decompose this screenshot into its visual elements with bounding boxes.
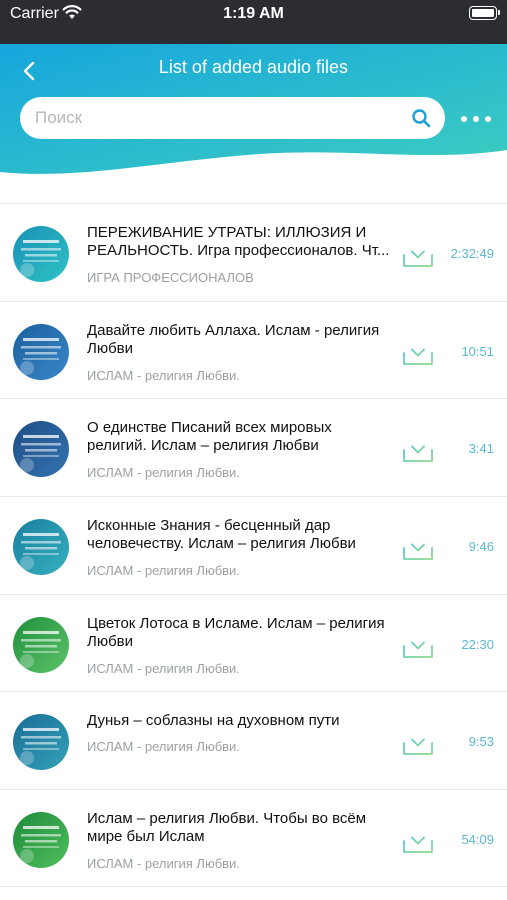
audio-title: Исконные Знания - бесценный дар человече… — [87, 517, 356, 553]
cover-image-icon — [13, 714, 69, 771]
download-icon[interactable] — [401, 338, 435, 366]
cover-thumbnail — [13, 323, 69, 380]
audio-duration: 3:41 — [468, 441, 494, 457]
dot-icon — [485, 116, 491, 122]
audio-category: ИСЛАМ - религия Любви. — [87, 856, 240, 872]
download-icon[interactable] — [401, 435, 435, 463]
audio-title: Ислам – религия Любви. Чтобы во всём мир… — [87, 810, 367, 846]
audio-duration: 2:32:49 — [450, 246, 494, 261]
audio-category: ИСЛАМ - религия Любви. — [87, 563, 240, 579]
cover-image-icon — [13, 323, 69, 380]
battery-icon — [469, 6, 500, 20]
list-item[interactable]: Дунья – соблазны на духовном пути ИСЛАМ … — [0, 691, 507, 789]
audio-duration: 22:30 — [461, 636, 494, 652]
cover-image-icon — [13, 812, 69, 869]
cover-thumbnail — [13, 226, 69, 282]
audio-title: Цветок Лотоса в Исламе. Ислам – религия … — [87, 614, 385, 650]
cover-image-icon — [13, 519, 69, 576]
dot-icon — [473, 116, 479, 122]
search-icon[interactable] — [411, 108, 431, 128]
search-input[interactable] — [20, 108, 400, 128]
audio-category: ИГРА ПРОФЕССИОНАЛОВ — [87, 270, 254, 285]
cover-thumbnail — [13, 714, 69, 771]
audio-category: ИСЛАМ - религия Любви. — [87, 367, 240, 383]
dot-icon — [461, 116, 467, 122]
audio-duration: 9:46 — [468, 539, 494, 555]
list-item[interactable]: Цветок Лотоса в Исламе. Ислам – религия … — [0, 593, 507, 692]
list-item[interactable]: Исконные Знания - бесценный дар человече… — [0, 496, 507, 594]
list-item[interactable]: Давайте любить Аллаха. Ислам - религия Л… — [0, 300, 507, 399]
cover-image-icon — [13, 226, 69, 282]
audio-duration: 9:53 — [468, 734, 494, 750]
page-title: List of added audio files — [158, 57, 349, 77]
list-item[interactable]: ПЕРЕЖИВАНИЕ УТРАТЫ: ИЛЛЮЗИЯ И РЕАЛЬНОСТЬ… — [0, 203, 507, 301]
cover-thumbnail — [13, 421, 69, 478]
more-options-button[interactable] — [461, 112, 491, 126]
audio-title: ПЕРЕЖИВАНИЕ УТРАТЫ: ИЛЛЮЗИЯ И РЕАЛЬНОСТЬ… — [87, 224, 390, 259]
audio-category: ИСЛАМ - религия Любви. — [87, 465, 240, 481]
list-item[interactable]: Ислам – религия Любви. Чтобы во всём мир… — [0, 789, 507, 887]
cover-image-icon — [13, 616, 69, 673]
download-icon[interactable] — [401, 728, 435, 756]
cover-thumbnail — [13, 812, 69, 869]
search-bar — [20, 97, 445, 139]
cover-thumbnail — [13, 519, 69, 576]
audio-title: Давайте любить Аллаха. Ислам - религия Л… — [87, 321, 380, 357]
download-icon[interactable] — [401, 240, 435, 268]
audio-file-list: ПЕРЕЖИВАНИЕ УТРАТЫ: ИЛЛЮЗИЯ И РЕАЛЬНОСТЬ… — [0, 203, 507, 887]
download-icon[interactable] — [401, 826, 435, 854]
audio-duration: 10:51 — [461, 343, 494, 359]
cover-thumbnail — [13, 616, 69, 673]
audio-category: ИСЛАМ - религия Любви. — [87, 660, 240, 676]
audio-title: О единстве Писаний всех мировых религий.… — [87, 419, 332, 455]
download-icon[interactable] — [401, 631, 435, 659]
audio-title: Дунья – соблазны на духовном пути — [87, 712, 340, 730]
audio-duration: 54:09 — [461, 832, 494, 848]
header: List of added audio files — [0, 44, 507, 194]
list-item[interactable]: О единстве Писаний всех мировых религий.… — [0, 398, 507, 496]
audio-category: ИСЛАМ - религия Любви. — [87, 739, 240, 755]
status-bar: Carrier 1:19 AM — [0, 0, 507, 44]
cover-image-icon — [13, 421, 69, 478]
clock: 1:19 AM — [223, 5, 284, 22]
download-icon[interactable] — [401, 533, 435, 561]
